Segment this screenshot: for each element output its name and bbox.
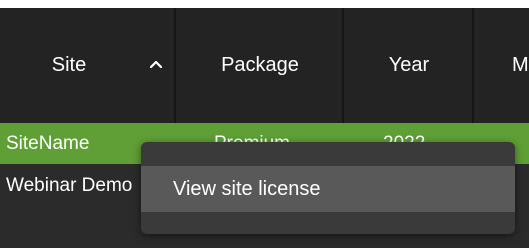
data-table: Site Package Year M SiteName Premium 202… (0, 8, 529, 248)
column-header-label: Package (221, 54, 299, 76)
column-header-m[interactable]: M (474, 8, 529, 123)
context-menu: View site license (141, 142, 515, 234)
column-header-label: Site (51, 54, 87, 76)
chevron-up-icon[interactable] (148, 56, 164, 72)
table-header: Site Package Year M (0, 8, 529, 123)
column-header-label: Year (388, 54, 430, 76)
column-header-label: M (512, 54, 529, 76)
column-header-package[interactable]: Package (176, 8, 344, 123)
view-site-license-menu-item[interactable]: View site license (141, 166, 515, 212)
column-header-year[interactable]: Year (344, 8, 474, 123)
